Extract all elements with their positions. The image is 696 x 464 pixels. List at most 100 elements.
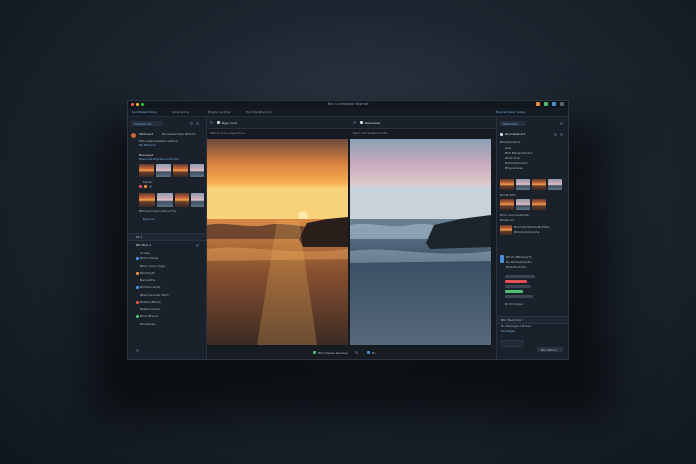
thumb-8[interactable] — [191, 193, 204, 207]
bottom-line-1: Hn Rhbnglin Hlrtina — [501, 324, 531, 328]
slider-4[interactable] — [505, 290, 523, 293]
settings-icon[interactable] — [560, 102, 564, 106]
layer-0[interactable]: Ucntie — [140, 251, 150, 255]
prop-1: Bhh Blinebrtiment — [505, 151, 533, 155]
layer-1[interactable]: Bbhin Heres — [140, 256, 158, 260]
compare-view: Bjgs rome Betveaset Rttmg Hrcle jusgurtu… — [207, 117, 496, 359]
bottom-title: Bhc Bsemmar — [501, 318, 522, 322]
item-ok[interactable]: Moreir — [143, 180, 153, 184]
tab-5[interactable]: Bopharmater Suste — [496, 109, 525, 115]
right-header-button[interactable]: Bhltunlbe — [500, 121, 526, 126]
bottom-line-2[interactable]: Bnatiagle — [501, 329, 515, 333]
tag-icon[interactable] — [149, 185, 152, 188]
layer-5[interactable]: Bhihtan lertts — [140, 285, 160, 289]
tab-1[interactable]: Synthetest Bopa — [132, 109, 157, 115]
title-bar: Bev Lumianstle Blornat — [128, 101, 568, 108]
grid-icon[interactable] — [196, 122, 199, 125]
item-lib: Bfhnearmtem Dlsioe Tho — [139, 209, 177, 213]
export-button[interactable]: Bhs Bahen — [537, 347, 563, 352]
slider-3[interactable] — [505, 285, 531, 288]
group-title: Eb 1 — [136, 235, 143, 239]
preset-thumb-2[interactable] — [516, 179, 530, 190]
preset-thumb-8[interactable] — [500, 225, 512, 235]
dropdown[interactable] — [501, 340, 523, 347]
toolbar-right-label[interactable]: Betveaset — [365, 121, 380, 125]
right-subtitle: Bhesdtorarhe — [500, 140, 521, 144]
slider-5[interactable] — [505, 295, 533, 298]
thumb-4[interactable] — [190, 164, 204, 177]
copy-icon[interactable] — [554, 133, 557, 136]
thumb-5[interactable] — [139, 193, 155, 207]
layer-3[interactable]: Bentmefil — [140, 271, 154, 275]
tab-2[interactable]: Synerant la — [172, 109, 189, 115]
thumb-6[interactable] — [157, 193, 173, 207]
star-icon[interactable] — [144, 185, 147, 188]
slider-2[interactable] — [505, 280, 527, 283]
preset-icon — [500, 133, 503, 136]
layer-icon — [136, 301, 139, 304]
panel-close-icon[interactable] — [560, 122, 563, 125]
thumb-7[interactable] — [175, 193, 189, 207]
layer-icon — [136, 286, 139, 289]
tab-bar: Synthetest Bopa Synerant la Brighe Cortm… — [128, 108, 568, 117]
left-header-button[interactable]: Spefcelorat — [131, 121, 163, 126]
label-5: Bcnh Inlgna — [505, 302, 523, 306]
flag-icon[interactable] — [139, 185, 142, 188]
section-a-link[interactable]: Besosoarsfigrahnomtuntle — [139, 157, 179, 161]
preset-thumb-5[interactable] — [500, 199, 514, 210]
layer-icon — [136, 315, 139, 318]
label-1: Bhbcnstidnrehns — [514, 230, 540, 234]
share-icon[interactable] — [536, 102, 540, 106]
left-header-label: Spefcelorat — [134, 121, 152, 126]
tab-3[interactable]: Brighe Cortmer — [208, 109, 231, 115]
prop-0: Ahsi — [505, 146, 512, 150]
preset-thumb-1[interactable] — [500, 179, 514, 190]
compare-icon[interactable] — [313, 351, 316, 354]
slider-1[interactable] — [505, 275, 535, 278]
thumb-3[interactable] — [173, 164, 188, 177]
fit-icon[interactable] — [367, 351, 370, 354]
label-4: Bnfelhe Brhm — [506, 265, 527, 269]
menu-icon[interactable] — [560, 133, 563, 136]
split-icon[interactable] — [353, 121, 356, 124]
layer-2[interactable]: Bfom reoe l toge — [140, 264, 165, 268]
label-0: Bmmdemihlnte Borthte — [514, 225, 550, 229]
layer-6[interactable]: Bbehmantrek Mem — [140, 293, 169, 297]
layer-9[interactable]: Bhos Bheort — [140, 314, 158, 318]
toolbar-left-label[interactable]: Bjgs rome — [222, 121, 237, 125]
preset-thumb-6[interactable] — [516, 199, 530, 210]
preset-thumb-7[interactable] — [532, 199, 546, 210]
layer-4[interactable]: Bannadhe — [140, 278, 155, 282]
project-line-2[interactable]: Ba Merlwot — [139, 143, 156, 147]
before-icon[interactable] — [217, 121, 220, 124]
before-label: Rttmg Hrcle jusgurtune — [210, 131, 246, 135]
thumb-1[interactable] — [139, 164, 154, 177]
bottom-header: Bhc Bsemmar — [497, 316, 568, 324]
thumb-2[interactable] — [156, 164, 171, 177]
layer-7[interactable]: Bsbeto Bfinen — [140, 300, 161, 304]
avatar[interactable] — [131, 133, 136, 138]
tab-4[interactable]: Proc Bergthorport — [246, 109, 273, 115]
preset-thumb-4[interactable] — [548, 179, 562, 190]
status-left: Bhondsabe laaobae — [318, 350, 348, 355]
add-layer-icon[interactable] — [196, 244, 199, 247]
zoom-icon[interactable] — [355, 351, 358, 354]
prop-3: Bdhmbtarment — [505, 161, 528, 165]
item-tune[interactable]: Bupnne — [143, 217, 155, 221]
account-icon[interactable] — [552, 102, 556, 106]
filter-icon[interactable] — [190, 122, 193, 125]
group-header: Eb 1 — [128, 233, 206, 241]
layer-8[interactable]: Bewbrvilemor — [140, 307, 161, 311]
status-bar: Bhondsabe laaobae Bc — [207, 347, 496, 359]
scroll-handle[interactable] — [136, 349, 139, 352]
after-icon[interactable] — [360, 121, 363, 124]
prop-4: Bfrerwinaas — [505, 166, 523, 170]
editor-window: Bev Lumianstle Blornat Synthetest Bopa S… — [127, 100, 569, 360]
before-image[interactable] — [207, 139, 348, 345]
layer-10[interactable]: Bemtenes — [140, 322, 155, 326]
view-icon[interactable] — [210, 121, 213, 124]
sync-icon[interactable] — [544, 102, 548, 106]
after-image[interactable] — [350, 139, 492, 345]
preset-thumb-3[interactable] — [532, 179, 546, 190]
adjust-2: Bhdsnme — [500, 218, 515, 222]
